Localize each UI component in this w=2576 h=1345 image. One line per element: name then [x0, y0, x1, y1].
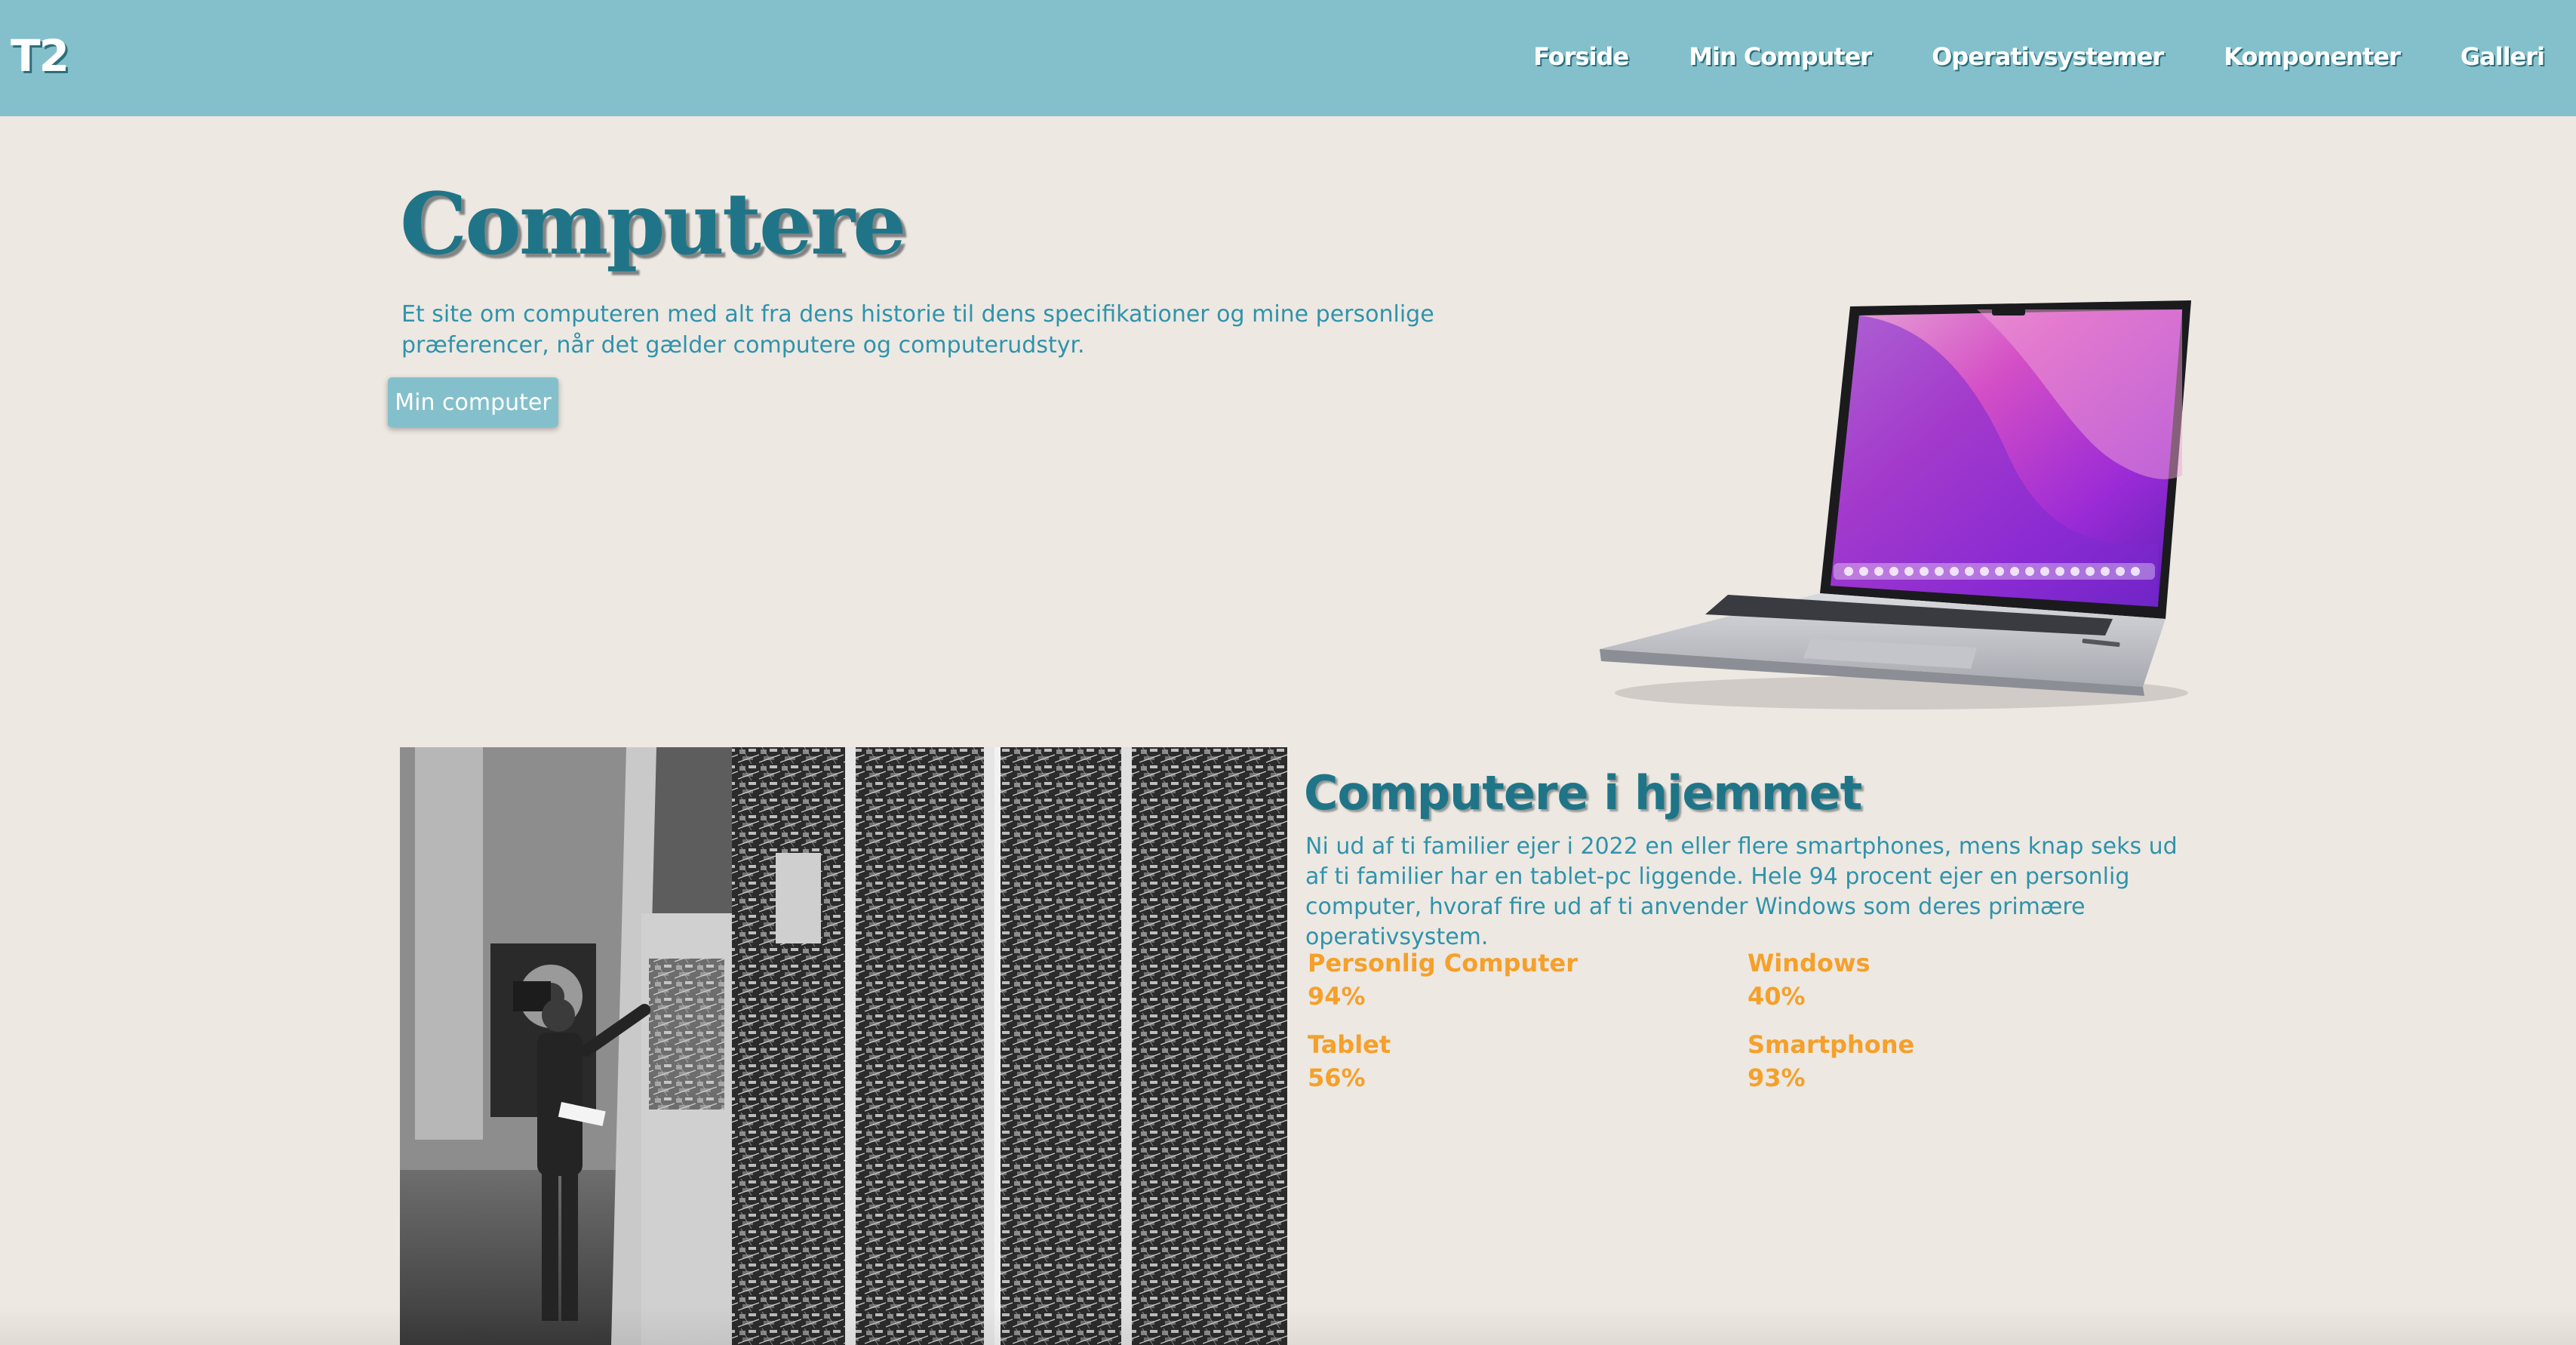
mainframe-photo [400, 747, 1287, 1345]
stat-windows: Windows 40% [1748, 946, 1871, 1013]
stat-personlig-computer: Personlig Computer 94% [1308, 946, 1578, 1013]
hero-description: Et site om computeren med alt fra dens h… [401, 301, 1434, 359]
page-title: Computere [400, 175, 906, 274]
stat-value: 40% [1748, 982, 1806, 1011]
nav-link-galleri[interactable]: Galleri [2461, 42, 2545, 71]
laptop-image [1600, 300, 2191, 709]
stat-label: Windows [1748, 949, 1871, 977]
stat-label: Personlig Computer [1308, 949, 1578, 977]
min-computer-button[interactable]: Min computer [388, 377, 558, 427]
stat-value: 93% [1748, 1063, 1806, 1092]
nav-link-min-computer[interactable]: Min Computer [1689, 42, 1872, 71]
stat-smartphone: Smartphone 93% [1748, 1028, 1914, 1094]
navbar: T2 Forside Min Computer Operativsystemer… [0, 0, 2576, 116]
stat-tablet: Tablet 56% [1308, 1028, 1391, 1094]
nav-links: Forside Min Computer Operativsystemer Ko… [1533, 42, 2545, 71]
stat-label: Smartphone [1748, 1030, 1915, 1059]
bottom-shadow [0, 1306, 2576, 1345]
nav-link-forside[interactable]: Forside [1533, 42, 1629, 71]
section-title: Computere i hjemmet [1304, 765, 1862, 820]
stat-label: Tablet [1308, 1030, 1391, 1059]
nav-link-komponenter[interactable]: Komponenter [2224, 42, 2400, 71]
section-description: Ni ud af ti familier ejer i 2022 en elle… [1305, 833, 2178, 950]
nav-link-operativsystemer[interactable]: Operativsystemer [1932, 42, 2164, 71]
stat-value: 56% [1308, 1063, 1366, 1092]
stat-value: 94% [1308, 982, 1366, 1011]
site-logo[interactable]: T2 [11, 30, 69, 82]
